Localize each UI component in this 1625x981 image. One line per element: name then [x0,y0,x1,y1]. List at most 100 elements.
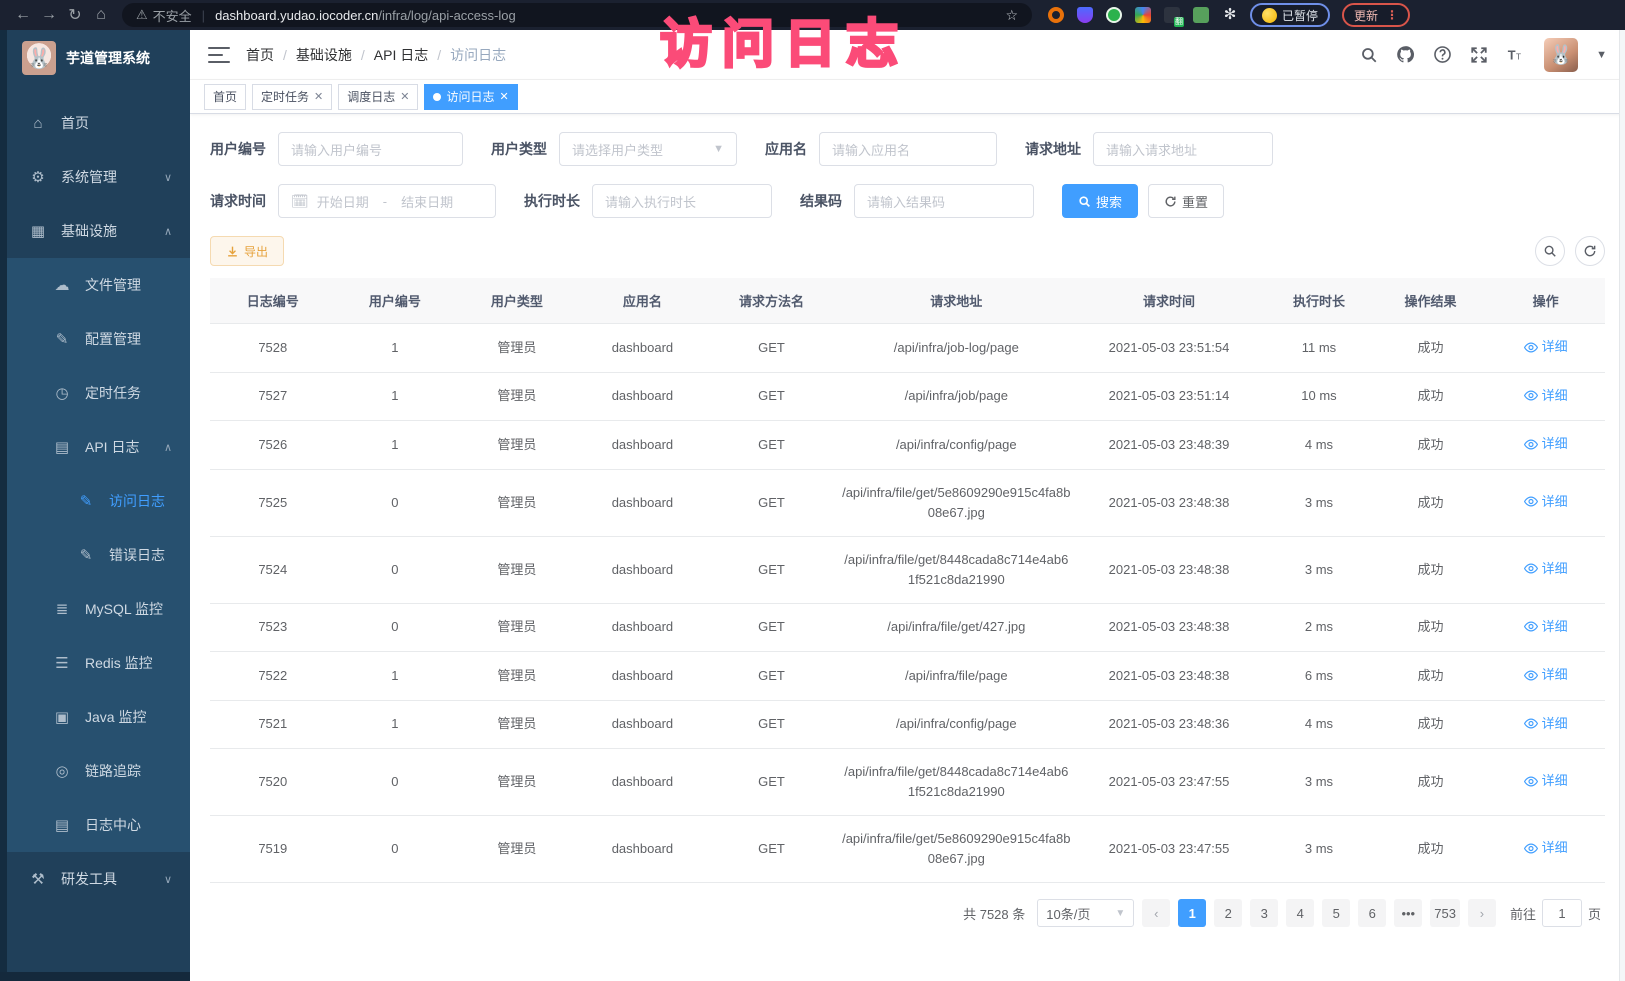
detail-link[interactable]: 详细 [1524,434,1568,454]
sidebar-item-file[interactable]: ☁文件管理 [7,258,190,312]
breadcrumb-item[interactable]: 基础设施 [296,45,352,65]
prev-page-button[interactable]: ‹ [1142,899,1170,927]
export-button[interactable]: 导出 [210,236,284,266]
user-id-input[interactable]: 请输入用户编号 [278,132,463,166]
detail-link[interactable]: 详细 [1524,771,1568,791]
detail-link[interactable]: 详细 [1524,617,1568,637]
detail-link[interactable]: 详细 [1524,386,1568,406]
page-button-753[interactable]: 753 [1430,899,1460,927]
scrollbar-track[interactable] [1619,30,1625,981]
sidebar-item-config[interactable]: ✎配置管理 [7,312,190,366]
font-size-icon[interactable]: TT [1506,46,1526,64]
detail-link[interactable]: 详细 [1524,838,1568,858]
sidebar-item-access-log[interactable]: ✎访问日志 [7,474,190,528]
tab-访问日志[interactable]: 访问日志✕ [424,84,517,110]
sidebar-item-trace[interactable]: ◎链路追踪 [7,744,190,798]
green-circle-extension-icon[interactable] [1106,7,1122,23]
close-tab-icon[interactable]: ✕ [314,90,323,103]
browser-home-icon[interactable]: ⌂ [88,6,114,24]
security-label[interactable]: 不安全 [153,6,192,25]
req-time-daterange-input[interactable]: 🗓开始日期-结束日期 [278,184,496,218]
app-logo-row[interactable]: 🐰 芋道管理系统 [0,30,190,86]
fullscreen-icon[interactable] [1470,46,1488,64]
tab-首页[interactable]: 首页 [204,84,246,110]
browser-menu-icon[interactable]: ⋮ [1386,8,1398,22]
user-avatar[interactable]: 🐰 [1544,38,1578,72]
detail-link[interactable]: 详细 [1524,492,1568,512]
end-date-placeholder[interactable]: 结束日期 [401,192,453,211]
shield-extension-icon[interactable] [1077,7,1093,23]
paused-badge[interactable]: 已暂停 [1250,3,1330,27]
toggle-search-icon[interactable] [1535,236,1565,266]
sidebar-item-api-log[interactable]: ▤API 日志∧ [7,420,190,474]
breadcrumb-item[interactable]: 首页 [246,45,274,65]
detail-link[interactable]: 详细 [1524,714,1568,734]
refresh-icon[interactable] [1575,236,1605,266]
bookmark-star-icon[interactable]: ☆ [1005,7,1018,24]
close-tab-icon[interactable]: ✕ [500,90,509,103]
update-button[interactable]: 更新 ⋮ [1342,3,1410,27]
detail-link[interactable]: 详细 [1524,559,1568,579]
column-header: 日志编号 [210,278,336,324]
duration-cell: 3 ms [1263,816,1375,883]
result-code-input[interactable]: 请输入结果码 [854,184,1034,218]
page-button-3[interactable]: 3 [1250,899,1278,927]
user-type-select[interactable]: 请选择用户类型▼ [559,132,737,166]
sidebar-item-error-log[interactable]: ✎错误日志 [7,528,190,582]
tab-定时任务[interactable]: 定时任务✕ [252,84,332,110]
translate-extension-icon[interactable]: 翻 [1164,7,1180,23]
tab-调度日志[interactable]: 调度日志✕ [338,84,418,110]
sidebar-item-java[interactable]: ▣Java 监控 [7,690,190,744]
next-page-button[interactable]: › [1468,899,1496,927]
page-button-5[interactable]: 5 [1322,899,1350,927]
req-url-input[interactable]: 请输入请求地址 [1093,132,1273,166]
sidebar-item-system[interactable]: ⚙系统管理∨ [7,150,190,204]
result-cell: 成功 [1375,372,1487,421]
breadcrumb-separator: / [283,47,287,63]
duration-input[interactable]: 请输入执行时长 [592,184,772,218]
sidebar-item-mysql[interactable]: ≣MySQL 监控 [7,582,190,636]
eye-icon [1524,563,1538,574]
sidebar-item-log-center[interactable]: ▤日志中心 [7,798,190,852]
breadcrumb-item[interactable]: API 日志 [374,45,428,65]
log-center-icon: ▤ [53,816,71,834]
pinwheel-extension-icon[interactable]: ✻ [1222,7,1238,23]
detail-link[interactable]: 详细 [1524,337,1568,357]
sidebar-item-redis[interactable]: ☰Redis 监控 [7,636,190,690]
page-button-4[interactable]: 4 [1286,899,1314,927]
user-menu-caret-icon[interactable]: ▼ [1596,49,1607,61]
browser-forward-icon[interactable]: → [36,6,62,24]
page-button-6[interactable]: 6 [1358,899,1386,927]
close-tab-icon[interactable]: ✕ [400,90,409,103]
start-date-placeholder[interactable]: 开始日期 [317,192,369,211]
orange-ring-extension-icon[interactable] [1048,7,1064,23]
page-button-2[interactable]: 2 [1214,899,1242,927]
page-size-select[interactable]: 10条/页 ▼ [1037,899,1134,927]
sprout-extension-icon[interactable] [1193,7,1209,23]
page-button-1[interactable]: 1 [1178,899,1206,927]
search-icon[interactable] [1360,46,1378,64]
browser-back-icon[interactable]: ← [10,6,36,24]
sidebar-item-home[interactable]: ⌂首页 [7,96,190,150]
github-icon[interactable] [1396,45,1415,64]
address-bar[interactable]: ⚠ 不安全 | dashboard.yudao.iocoder.cn /infr… [122,3,1032,27]
pagination-total: 共 7528 条 [963,904,1025,923]
goto-page-input[interactable] [1542,899,1582,927]
reset-button[interactable]: 重置 [1148,184,1224,218]
multicolor-extension-icon[interactable] [1135,7,1151,23]
help-icon[interactable] [1433,45,1452,64]
time-cell: 2021-05-03 23:48:38 [1075,469,1263,536]
time-cell: 2021-05-03 23:48:38 [1075,603,1263,652]
action-cell: 详细 [1486,469,1605,536]
pages-ellipsis[interactable]: ••• [1394,899,1422,927]
sidebar-item-infra[interactable]: ▦基础设施∧ [7,204,190,258]
detail-link[interactable]: 详细 [1524,665,1568,685]
sidebar-item-job[interactable]: ◷定时任务 [7,366,190,420]
sidebar-item-tools[interactable]: ⚒研发工具∨ [7,852,190,906]
app-name-input[interactable]: 请输入应用名 [819,132,997,166]
browser-reload-icon[interactable]: ↻ [62,5,88,25]
translate-badge: 翻 [1174,17,1184,27]
collapse-sidebar-icon[interactable] [208,47,230,63]
page-content: 用户编号请输入用户编号用户类型请选择用户类型▼应用名请输入应用名请求地址请输入请… [190,114,1625,927]
search-button[interactable]: 搜索 [1062,184,1138,218]
